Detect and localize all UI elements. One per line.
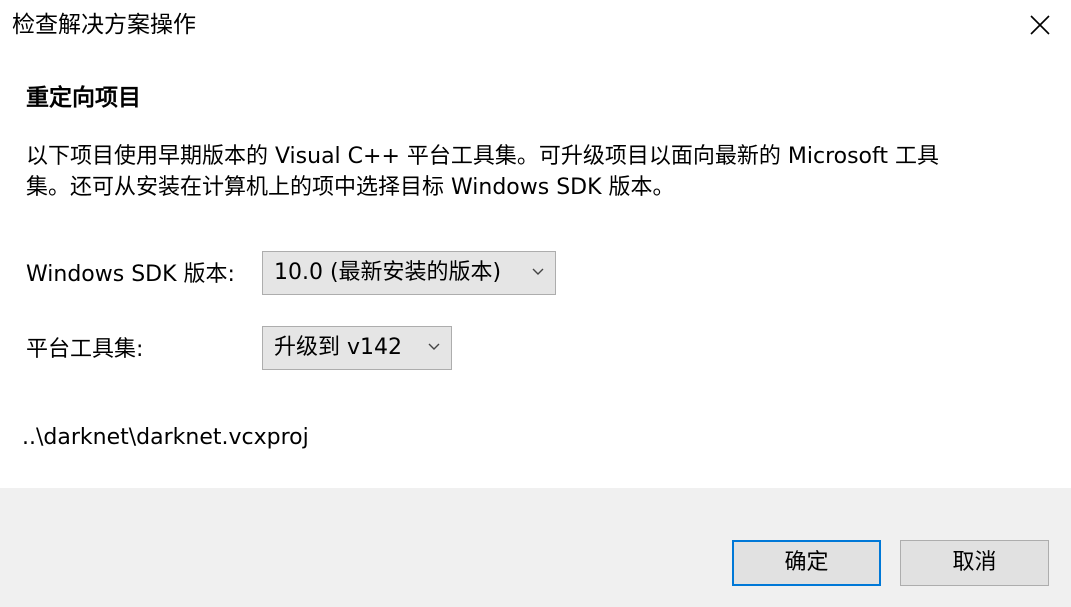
sdk-version-value: 10.0 (最新安装的版本) xyxy=(274,260,502,285)
window-title: 检查解决方案操作 xyxy=(12,12,196,38)
close-icon xyxy=(1030,15,1050,35)
description-line-2: 集。还可从安装在计算机上的项中选择目标 Windows SDK 版本。 xyxy=(26,175,675,200)
platform-toolset-select[interactable]: 升级到 v142 xyxy=(262,326,452,370)
retarget-dialog: 检查解决方案操作 重定向项目 以下项目使用早期版本的 Visual C++ 平台… xyxy=(0,0,1071,607)
chevron-down-icon xyxy=(428,343,440,350)
description-text: 以下项目使用早期版本的 Visual C++ 平台工具集。可升级项目以面向最新的… xyxy=(26,141,1026,203)
chevron-down-icon xyxy=(532,268,544,275)
platform-toolset-value: 升级到 v142 xyxy=(274,335,403,360)
sdk-version-select[interactable]: 10.0 (最新安装的版本) xyxy=(262,251,556,295)
description-line-1: 以下项目使用早期版本的 Visual C++ 平台工具集。可升级项目以面向最新的… xyxy=(26,144,939,169)
close-button[interactable] xyxy=(1016,6,1064,44)
project-path: ..\darknet\darknet.vcxproj xyxy=(22,425,309,450)
ok-button[interactable]: 确定 xyxy=(732,540,881,586)
platform-toolset-label: 平台工具集: xyxy=(26,337,144,362)
sdk-version-label: Windows SDK 版本: xyxy=(26,262,235,287)
title-bar: 检查解决方案操作 xyxy=(0,0,1071,50)
section-heading: 重定向项目 xyxy=(26,85,141,111)
cancel-button[interactable]: 取消 xyxy=(900,540,1049,586)
